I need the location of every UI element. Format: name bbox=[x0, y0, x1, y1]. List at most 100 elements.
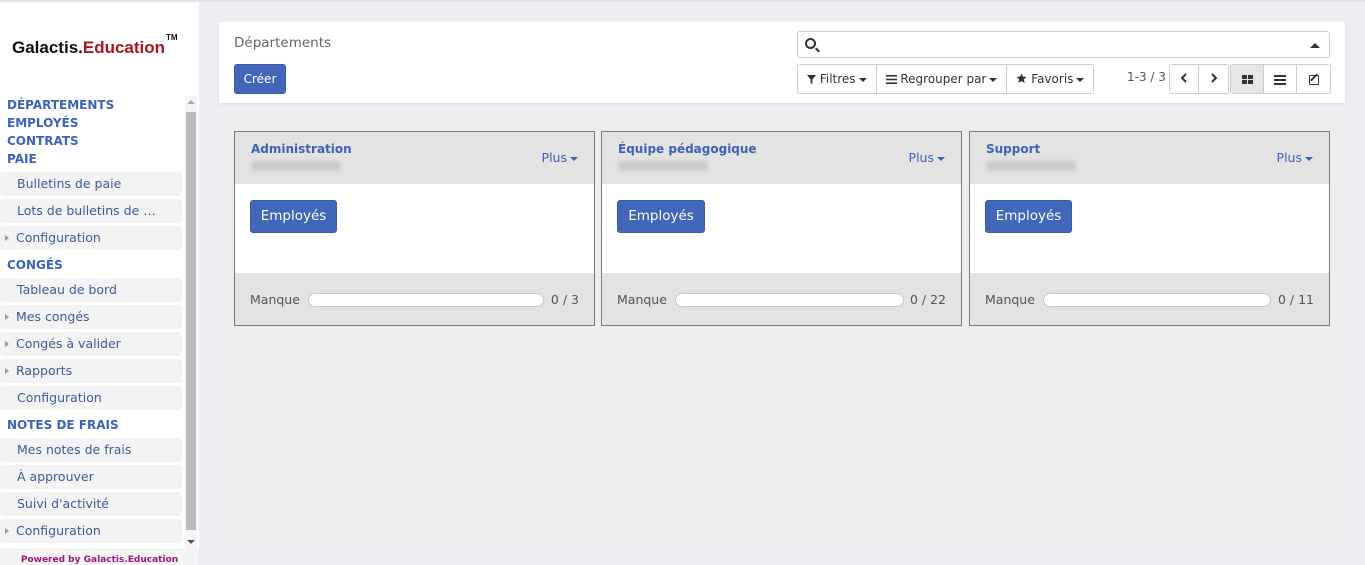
progress-bar bbox=[675, 293, 904, 307]
sidebar-scrollbar[interactable] bbox=[185, 96, 197, 548]
card-header: Administration Plus bbox=[235, 132, 594, 184]
progress-label: Manque bbox=[617, 292, 667, 307]
search-options-toggle-icon[interactable] bbox=[1310, 43, 1320, 48]
card-footer: Manque 0 / 3 bbox=[235, 273, 594, 325]
sidebar-item-label: Configuration bbox=[16, 230, 101, 245]
create-button[interactable]: Créer bbox=[234, 64, 286, 94]
control-panel: Départements Créer Filtres Regrouper par… bbox=[219, 22, 1345, 103]
caret-down-icon bbox=[570, 156, 578, 161]
more-dropdown[interactable]: Plus bbox=[542, 150, 578, 165]
chevron-right-icon bbox=[1210, 73, 1217, 83]
caret-down-icon bbox=[858, 77, 867, 82]
caret-down-icon bbox=[1076, 77, 1085, 82]
breadcrumb: Départements bbox=[234, 35, 332, 51]
department-name[interactable]: Support bbox=[986, 142, 1040, 156]
kanban-view-button[interactable] bbox=[1231, 65, 1264, 93]
card-header: Support Plus bbox=[970, 132, 1329, 184]
sidebar-section-departements[interactable]: DÉPARTEMENTS bbox=[0, 96, 184, 114]
filters-label: Filtres bbox=[819, 72, 856, 86]
sidebar-section-notes-de-frais[interactable]: NOTES DE FRAIS bbox=[0, 416, 184, 434]
search-icon bbox=[805, 38, 816, 49]
scroll-up-arrow-icon[interactable] bbox=[187, 100, 195, 104]
scroll-down-arrow-icon[interactable] bbox=[187, 540, 195, 544]
employees-button[interactable]: Employés bbox=[985, 200, 1072, 233]
department-manager-blurred bbox=[986, 161, 1076, 171]
more-label: Plus bbox=[1276, 150, 1302, 165]
sidebar-item-label: À approuver bbox=[17, 469, 94, 484]
sidebar-item-a-approuver[interactable]: À approuver bbox=[0, 465, 182, 489]
card-header: Équipe pédagogique Plus bbox=[602, 132, 961, 184]
card-footer: Manque 0 / 11 bbox=[970, 273, 1329, 325]
view-switcher bbox=[1230, 64, 1331, 94]
sidebar-item-conges-configuration[interactable]: Configuration bbox=[0, 386, 182, 410]
groupby-button[interactable]: Regrouper par bbox=[876, 65, 1008, 93]
chevron-left-icon bbox=[1180, 73, 1187, 83]
sidebar-menu: DÉPARTEMENTS EMPLOYÉS CONTRATS PAIE Bull… bbox=[0, 96, 184, 548]
sidebar-item-frais-configuration[interactable]: Configuration bbox=[0, 519, 182, 543]
search-input[interactable] bbox=[824, 34, 1304, 55]
sidebar-section-contrats[interactable]: CONTRATS bbox=[0, 132, 184, 150]
progress-bar bbox=[308, 293, 544, 307]
sidebar-item-suivi-activite[interactable]: Suivi d'activité bbox=[0, 492, 182, 516]
progress-label: Manque bbox=[250, 292, 300, 307]
favorites-label: Favoris bbox=[1031, 72, 1074, 86]
search-options-group: Filtres Regrouper par Favoris bbox=[797, 64, 1095, 94]
kanban-view: Administration Plus Employés Manque 0 / … bbox=[219, 114, 1345, 548]
groupby-label: Regrouper par bbox=[900, 72, 987, 86]
more-dropdown[interactable]: Plus bbox=[1277, 150, 1313, 165]
more-dropdown[interactable]: Plus bbox=[909, 150, 945, 165]
sidebar-item-label: Bulletins de paie bbox=[17, 176, 122, 191]
brand-name-part2: Education bbox=[82, 38, 166, 57]
favorites-button[interactable]: Favoris bbox=[1007, 65, 1094, 93]
pager-next-button[interactable] bbox=[1199, 65, 1228, 93]
sidebar-section-conges[interactable]: CONGÉS bbox=[0, 256, 184, 274]
scrollbar-thumb[interactable] bbox=[186, 112, 196, 530]
filter-icon bbox=[807, 75, 816, 84]
employees-button[interactable]: Employés bbox=[617, 200, 705, 233]
sidebar-item-paie-configuration[interactable]: Configuration bbox=[0, 226, 182, 250]
pager-previous-button[interactable] bbox=[1170, 65, 1199, 93]
department-card[interactable]: Équipe pédagogique Plus Employés Manque … bbox=[601, 131, 962, 326]
search-bar bbox=[797, 31, 1330, 58]
sidebar-item-label: Lots de bulletins de … bbox=[17, 203, 156, 218]
list-view-button[interactable] bbox=[1264, 65, 1297, 93]
sidebar-section-paie[interactable]: PAIE bbox=[0, 150, 184, 168]
sidebar-item-tableau-de-bord[interactable]: Tableau de bord bbox=[0, 278, 182, 302]
sidebar: Galactis.EducationTM DÉPARTEMENTS EMPLOY… bbox=[0, 2, 199, 565]
form-view-button[interactable] bbox=[1297, 65, 1330, 93]
more-label: Plus bbox=[541, 150, 567, 165]
more-label: Plus bbox=[908, 150, 934, 165]
edit-icon bbox=[1308, 74, 1319, 85]
sidebar-item-label: Suivi d'activité bbox=[17, 496, 109, 511]
bars-icon bbox=[885, 75, 897, 84]
sidebar-item-mes-conges[interactable]: Mes congés bbox=[0, 305, 182, 329]
employees-button[interactable]: Employés bbox=[250, 200, 337, 233]
caret-down-icon bbox=[1305, 156, 1313, 161]
sidebar-item-rapports[interactable]: Rapports bbox=[0, 359, 182, 383]
caret-right-icon bbox=[5, 368, 9, 374]
sidebar-section-employes[interactable]: EMPLOYÉS bbox=[0, 114, 184, 132]
trademark: TM bbox=[166, 33, 178, 43]
sidebar-item-label: Configuration bbox=[16, 523, 101, 538]
department-name[interactable]: Administration bbox=[251, 142, 352, 156]
sidebar-item-lots-de-bulletins[interactable]: Lots de bulletins de … bbox=[0, 199, 182, 223]
card-footer: Manque 0 / 22 bbox=[602, 273, 961, 325]
department-card[interactable]: Administration Plus Employés Manque 0 / … bbox=[234, 131, 595, 326]
caret-down-icon bbox=[989, 77, 998, 82]
department-name[interactable]: Équipe pédagogique bbox=[618, 142, 757, 156]
kanban-icon bbox=[1241, 75, 1253, 84]
brand-name-part1: Galactis. bbox=[12, 38, 83, 57]
filters-button[interactable]: Filtres bbox=[798, 65, 877, 93]
sidebar-item-mes-notes-de-frais[interactable]: Mes notes de frais bbox=[0, 438, 182, 462]
sidebar-item-label: Mes congés bbox=[16, 309, 90, 324]
department-card[interactable]: Support Plus Employés Manque 0 / 11 bbox=[969, 131, 1330, 326]
sidebar-item-label: Configuration bbox=[17, 390, 102, 405]
department-manager-blurred bbox=[618, 161, 708, 171]
progress-value: 0 / 11 bbox=[1277, 292, 1314, 307]
pager-value[interactable]: 1-3 / 3 bbox=[1127, 70, 1166, 84]
sidebar-item-bulletins-de-paie[interactable]: Bulletins de paie bbox=[0, 172, 182, 196]
sidebar-item-conges-a-valider[interactable]: Congés à valider bbox=[0, 332, 182, 356]
list-icon bbox=[1274, 74, 1286, 85]
powered-by-text[interactable]: Powered by Galactis.Education bbox=[0, 555, 199, 565]
brand-logo[interactable]: Galactis.EducationTM bbox=[12, 33, 178, 58]
